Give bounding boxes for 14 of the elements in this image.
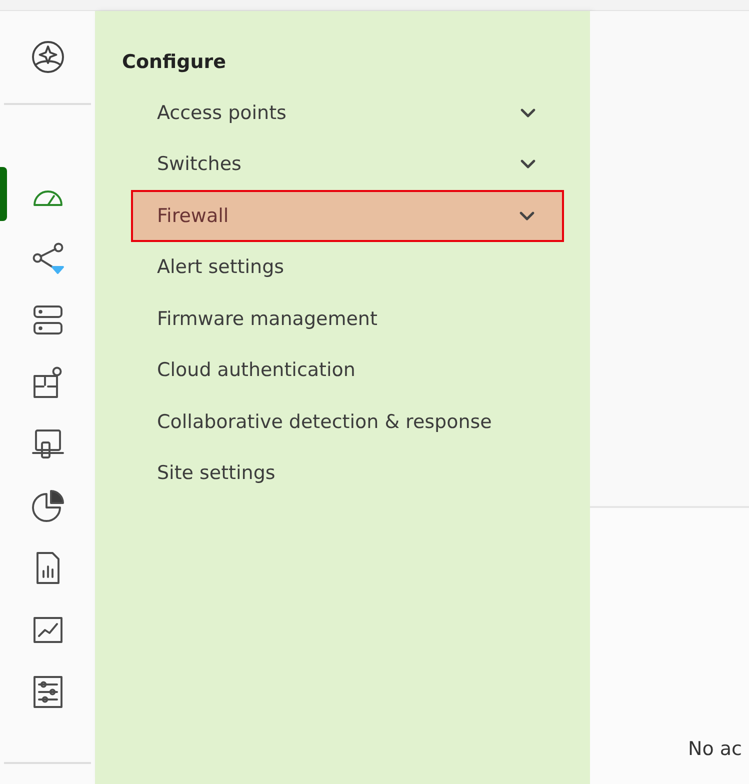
home-button[interactable] [30, 39, 66, 75]
menu-item[interactable]: Switches [157, 138, 565, 190]
menu-item[interactable]: Firmware management [157, 293, 565, 344]
empty-message: No ac [688, 738, 742, 760]
menu-item[interactable]: Alert settings [157, 242, 565, 293]
menu-item[interactable]: Site settings [157, 448, 565, 499]
sparkle-icon [30, 39, 66, 75]
menu-item[interactable]: Collaborative detection & response [157, 396, 565, 448]
menu-title: Configure [122, 51, 227, 73]
menu-item[interactable]: Access points [157, 87, 565, 138]
nav-item[interactable] [30, 488, 66, 524]
menu-item[interactable]: Cloud authentication [157, 344, 565, 396]
pie-chart-icon [30, 488, 66, 524]
menu-item[interactable]: Firewall [131, 190, 564, 242]
